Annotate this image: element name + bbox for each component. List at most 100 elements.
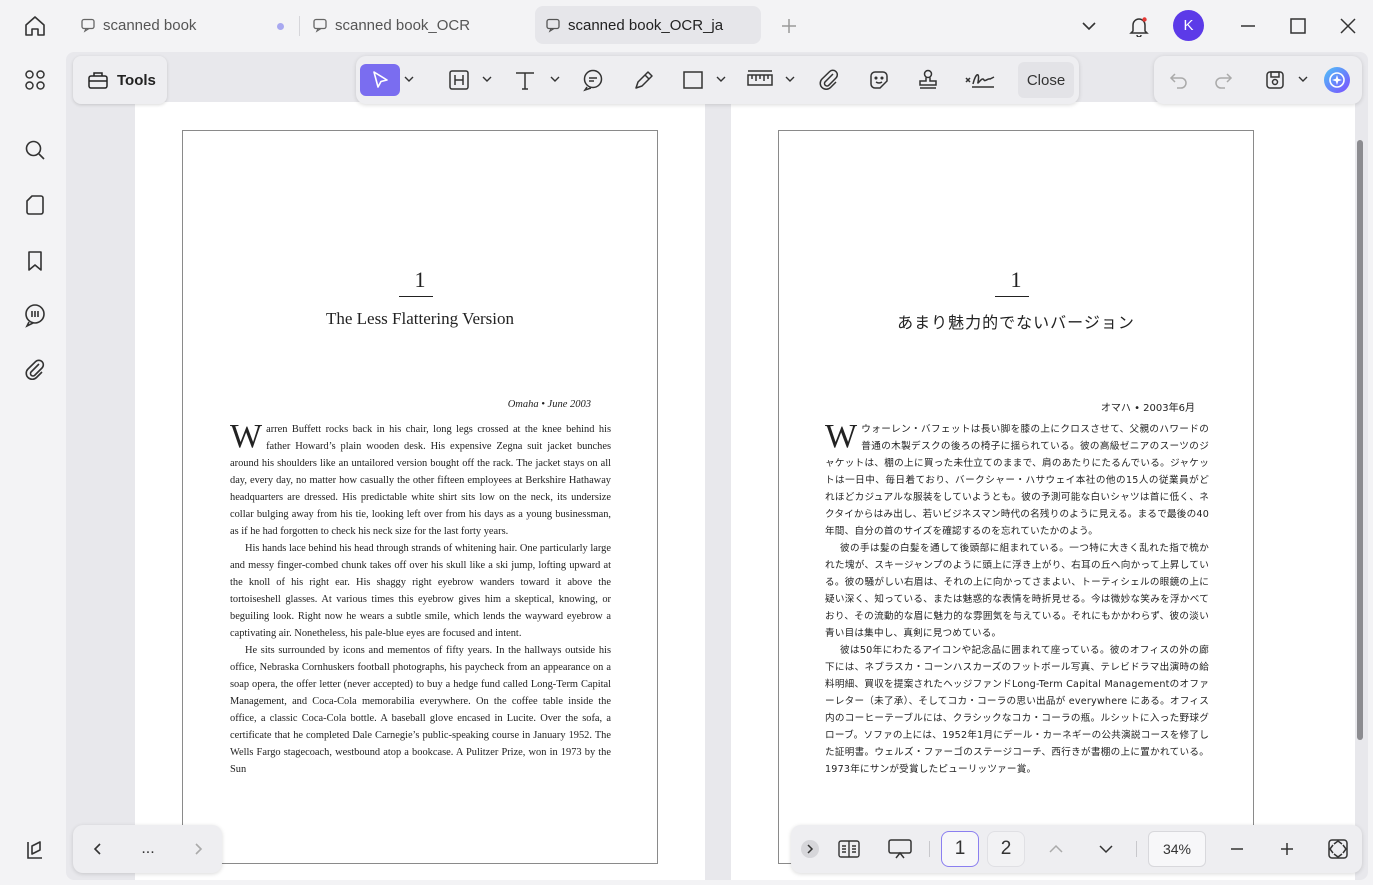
separator [1136, 841, 1137, 857]
grid-icon [25, 70, 45, 90]
pencil-icon [635, 71, 653, 89]
attach-tool-button[interactable] [812, 64, 846, 96]
chevron-up-icon [1049, 844, 1063, 853]
cursor-icon [373, 71, 388, 88]
maximize-icon [1290, 18, 1306, 34]
highlight-tool-button[interactable] [442, 64, 476, 96]
chapter-title: あまり魅力的でないバージョン [897, 313, 1135, 332]
minus-icon [1231, 848, 1243, 850]
paperclip-icon [819, 69, 839, 90]
shape-tool-button[interactable] [676, 64, 710, 96]
rectangle-icon [683, 71, 703, 89]
chapter-number: 1 [1010, 267, 1022, 292]
close-toolbar-button[interactable]: Close [1018, 62, 1074, 98]
maximize-button[interactable] [1282, 10, 1314, 42]
page-left-original[interactable]: 1 The Less Flattering Version Omaha • Ju… [182, 130, 658, 864]
shape-tool-dropdown[interactable] [716, 74, 726, 84]
presentation-button[interactable] [883, 833, 917, 865]
comment-icon [545, 17, 561, 33]
attachment-icon [25, 359, 45, 380]
chevron-down-icon [716, 76, 726, 82]
pencil-tool-button[interactable] [627, 64, 661, 96]
previous-page-button[interactable] [1039, 833, 1073, 865]
signature-tool-button[interactable] [960, 64, 1000, 96]
chevron-right-icon [195, 843, 203, 855]
fit-page-button[interactable] [1321, 833, 1355, 865]
tab-list-button[interactable] [1073, 10, 1105, 42]
dateline: オマハ • 2003年6月 [1100, 403, 1195, 414]
tab-scanned-book-ocr-ja[interactable]: scanned book_OCR_ja [535, 6, 761, 44]
undo-button[interactable] [1162, 64, 1196, 96]
paragraph-1: W ウォーレン・バフェットは長い脚を膝の上にクロスさせて、父親のハワードの普通の木… [825, 420, 1209, 540]
sticker-icon [870, 71, 888, 89]
chapter-number: 1 [414, 267, 426, 292]
stamp-tool-button[interactable] [911, 64, 945, 96]
next-button[interactable] [181, 833, 215, 865]
previous-button[interactable] [81, 833, 115, 865]
heading-icon [449, 70, 469, 90]
notifications-button[interactable] [1123, 10, 1155, 42]
pages-button[interactable] [16, 186, 54, 224]
home-button[interactable] [14, 8, 56, 44]
layers-icon [27, 841, 42, 859]
select-tool-dropdown[interactable] [404, 74, 414, 84]
page-1-button[interactable]: 1 [941, 831, 979, 867]
layers-button[interactable] [16, 831, 54, 869]
comment-bubble-icon [583, 69, 603, 92]
highlight-tool-dropdown[interactable] [482, 74, 492, 84]
chevron-down-icon [404, 76, 414, 82]
bookmarks-button[interactable] [16, 242, 54, 280]
paragraph-2: 彼の手は髪の白髪を通して後頭部に組まれている。一つ特に大きく乱れた指で梳かれた塊… [825, 543, 1209, 639]
ai-assistant-button[interactable] [1320, 64, 1354, 96]
avatar[interactable]: K [1173, 10, 1204, 41]
comment-tool-button[interactable] [576, 64, 610, 96]
next-page-button[interactable] [1089, 833, 1123, 865]
search-icon [25, 140, 45, 160]
close-window-button[interactable] [1332, 10, 1364, 42]
add-tab-button[interactable] [777, 14, 801, 38]
sticker-tool-button[interactable] [862, 64, 896, 96]
page-icon [26, 195, 44, 215]
comments-button[interactable] [16, 296, 54, 334]
plus-icon [1281, 843, 1293, 855]
text-tool-dropdown[interactable] [550, 74, 560, 84]
redo-button[interactable] [1206, 64, 1240, 96]
tab-scanned-book[interactable]: scanned book [70, 6, 296, 44]
page-right-translated[interactable]: 1 あまり魅力的でないバージョン オマハ • 2003年6月 W ウォーレン・バフ… [778, 130, 1254, 864]
tab-label: scanned book_OCR [335, 16, 471, 34]
save-dropdown[interactable] [1298, 74, 1308, 84]
more-button[interactable]: ... [131, 833, 165, 865]
toolbox-icon [88, 72, 108, 89]
text-tool-button[interactable] [508, 64, 542, 96]
chevron-left-icon [93, 843, 101, 855]
zoom-in-button[interactable] [1270, 833, 1304, 865]
paragraph-text: ウォーレン・バフェットは長い脚を膝の上にクロスさせて、父親のハワードの普通の木製… [825, 424, 1209, 537]
attachments-button[interactable] [16, 351, 54, 389]
save-button[interactable] [1258, 64, 1292, 96]
measure-tool-dropdown[interactable] [785, 74, 795, 84]
ai-assistant-icon [1324, 67, 1350, 93]
comment-icon [80, 17, 96, 33]
minimize-icon [1241, 25, 1255, 27]
chapter-rule [399, 296, 433, 297]
minimize-button[interactable] [1232, 10, 1264, 42]
zoom-level-input[interactable]: 34% [1148, 831, 1206, 867]
tools-button[interactable]: Tools [73, 56, 167, 104]
tab-scanned-book-ocr[interactable]: scanned book_OCR [302, 6, 530, 44]
page-layout-button[interactable] [832, 833, 866, 865]
collapse-bar-button[interactable] [793, 833, 827, 865]
body-text: W ウォーレン・バフェットは長い脚を膝の上にクロスさせて、父親のハワードの普通の木… [825, 420, 1209, 778]
select-tool-button[interactable] [360, 64, 400, 96]
plus-icon [782, 19, 796, 33]
chapter-title: The Less Flattering Version [325, 309, 515, 328]
page-2-button[interactable]: 2 [987, 831, 1025, 867]
thumbnails-button[interactable] [16, 61, 54, 99]
search-button[interactable] [16, 131, 54, 169]
measure-tool-button[interactable] [743, 64, 777, 96]
paragraph-1: Warren Buffett rocks back in his chair, … [230, 420, 611, 540]
vertical-scrollbar[interactable] [1357, 140, 1363, 740]
zoom-out-button[interactable] [1220, 833, 1254, 865]
text-icon [516, 72, 534, 90]
undo-icon [1169, 73, 1187, 89]
redo-icon [1215, 73, 1233, 89]
